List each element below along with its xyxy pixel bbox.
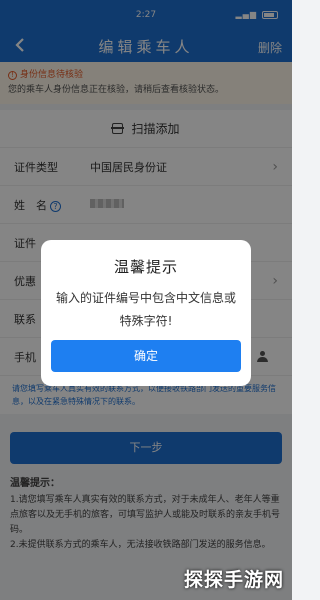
- confirm-button[interactable]: 确定: [51, 340, 241, 372]
- dialog-title: 温馨提示: [113, 258, 178, 276]
- alert-dialog: 温馨提示 输入的证件编号中包含中文信息或特殊字符! 确定: [41, 240, 251, 386]
- watermark-logo: 探探手游网: [183, 569, 284, 591]
- dialog-message: 输入的证件编号中包含中文信息或特殊字符!: [55, 291, 236, 328]
